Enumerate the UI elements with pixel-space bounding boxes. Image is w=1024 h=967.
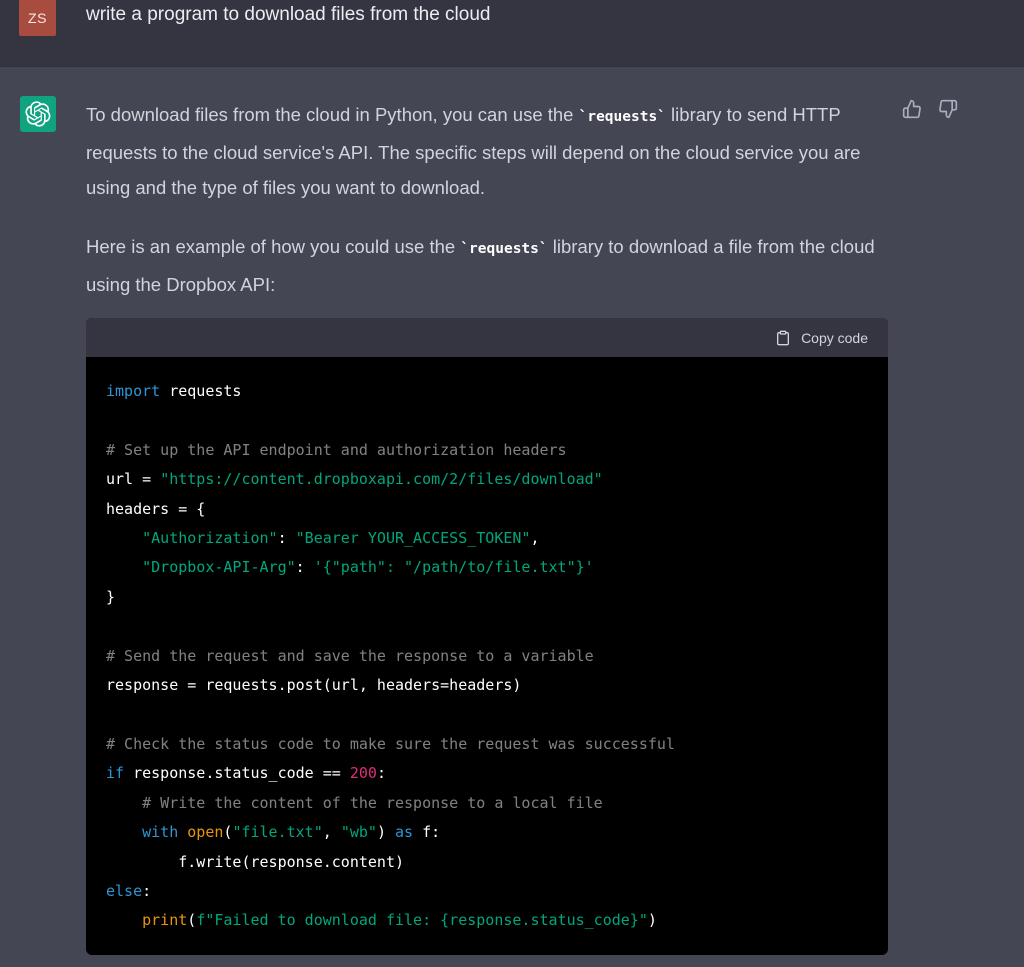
feedback-buttons [902, 99, 958, 119]
code-line: if response.status_code == 200: [106, 764, 386, 783]
thumbs-down-icon[interactable] [938, 99, 958, 119]
code-block: Copy code import requests # Set up the A… [86, 318, 888, 955]
openai-logo-icon [25, 101, 51, 127]
assistant-message: To download files from the cloud in Pyth… [86, 97, 896, 326]
code-line: print(f"Failed to download file: {respon… [142, 911, 657, 930]
code-content: import requests # Set up the API endpoin… [86, 357, 888, 936]
code-line: with open("file.txt", "wb") as f: [142, 823, 441, 842]
code-line: f.write(response.content) [106, 852, 405, 871]
code-line: # Send the request and save the response… [106, 646, 594, 665]
copy-code-label: Copy code [801, 329, 868, 346]
code-line: "Authorization": "Bearer YOUR_ACCESS_TOK… [142, 529, 540, 548]
code-line: headers = { [106, 499, 206, 518]
clipboard-icon [777, 330, 790, 345]
inline-code: `requests` [578, 109, 666, 125]
code-line: "Dropbox-API-Arg": '{"path": "/path/to/f… [142, 558, 594, 577]
code-line: response = requests.post(url, headers=he… [106, 676, 522, 695]
code-line: } [106, 587, 116, 606]
code-block-header: Copy code [86, 318, 888, 357]
inline-code: `requests` [460, 241, 548, 257]
assistant-paragraph: Here is an example of how you could use … [86, 229, 896, 302]
code-line: import requests [106, 382, 242, 400]
assistant-paragraph: To download files from the cloud in Pyth… [86, 97, 896, 205]
thumbs-up-icon[interactable] [902, 99, 922, 119]
user-avatar: ZS [19, 0, 56, 36]
code-line: # Set up the API endpoint and authorizat… [106, 440, 567, 459]
user-message-row: ZS write a program to download files fro… [0, 0, 1024, 67]
code-line: else: [106, 881, 152, 900]
code-line: # Check the status code to make sure the… [106, 734, 675, 753]
code-line: url = "https://content.dropboxapi.com/2/… [106, 470, 603, 489]
paragraph-text: Here is an example of how you could use … [86, 236, 461, 257]
code-line: # Write the content of the response to a… [142, 793, 603, 812]
assistant-avatar [20, 96, 56, 132]
user-message-text: write a program to download files from t… [86, 4, 491, 25]
paragraph-text: To download files from the cloud in Pyth… [86, 104, 579, 125]
copy-code-button[interactable]: Copy code [775, 329, 868, 347]
